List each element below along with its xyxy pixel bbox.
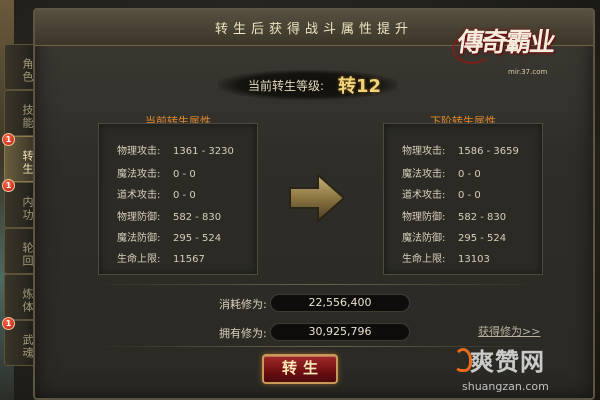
attr-value: 582 - 830 [458,212,507,223]
tab-character[interactable]: 角色 [4,44,34,90]
panel-title: 转生后获得战斗属性提升 [215,22,414,37]
tab-body-refining[interactable]: 炼体 [4,274,34,320]
attr-value: 295 - 524 [173,233,222,244]
watermark-cn: 爽赞网 [470,348,545,376]
attr-value: 295 - 524 [458,233,507,244]
attr-key: 魔法攻击: [117,169,161,180]
rebirth-button[interactable]: 转生 [262,354,338,384]
attr-value: 13103 [458,254,490,265]
attr-key: 道术攻击: [402,190,446,201]
notification-badge-icon: 1 [2,317,15,330]
attr-key: 物理防御: [402,212,446,223]
level-label: 当前转生等级: [248,79,325,93]
tab-rebirth[interactable]: 1 转生 [2,133,34,182]
game-logo: 傳奇霸业 mir.37.com [452,18,578,88]
attr-row: 魔法防御: 295 - 524 [117,229,221,244]
attr-row: 物理防御: 582 - 830 [117,208,221,223]
level-value: 转12 [338,76,382,97]
have-value: 30,925,796 [270,323,410,341]
attr-key: 生命上限: [117,254,161,265]
current-attr-box: 物理攻击: 1361 - 3230 魔法攻击: 0 - 0 道术攻击: 0 - 0 物… [98,123,258,275]
watermark-en: shuangzan.com [462,380,549,393]
attr-row: 物理攻击: 1361 - 3230 [117,142,234,157]
attr-row: 魔法攻击: 0 - 0 [117,165,196,180]
attr-key: 魔法防御: [402,233,446,244]
divider [92,284,544,285]
attr-key: 生命上限: [402,254,446,265]
attr-row: 生命上限: 11567 [117,250,205,265]
game-screen: 角色 技能 1 转生 1 内功 轮回 炼体 1 武魂 转生后获得战斗属性提升 傳… [0,0,600,400]
attr-row: 道术攻击: 0 - 0 [117,186,196,201]
tab-martial-soul[interactable]: 1 武魂 [2,317,34,366]
attr-value: 0 - 0 [173,190,196,201]
attr-value: 0 - 0 [458,190,481,201]
logo-url: mir.37.com [508,68,548,76]
attr-row: 物理防御: 582 - 830 [402,208,506,223]
attr-row: 生命上限: 13103 [402,250,490,265]
attr-row: 道术攻击: 0 - 0 [402,186,481,201]
next-attr-box: 物理攻击: 1586 - 3659 魔法攻击: 0 - 0 道术攻击: 0 - 0 物… [383,123,543,275]
attr-value: 1361 - 3230 [173,146,234,157]
attr-key: 物理攻击: [117,146,161,157]
attr-row: 物理攻击: 1586 - 3659 [402,142,519,157]
attr-key: 道术攻击: [117,190,161,201]
earn-cultivation-link[interactable]: 获得修为>> [478,323,540,339]
attr-row: 魔法攻击: 0 - 0 [402,165,481,180]
attr-value: 582 - 830 [173,212,222,223]
attr-key: 魔法攻击: [402,169,446,180]
attr-value: 0 - 0 [458,169,481,180]
cost-value: 22,556,400 [270,294,410,312]
site-watermark: 爽赞网 shuangzan.com [454,340,600,400]
notification-badge-icon: 1 [2,133,15,146]
tab-inner-power[interactable]: 1 内功 [2,179,34,228]
tab-skills[interactable]: 技能 [4,90,34,136]
logo-text: 傳奇霸业 [455,28,556,58]
attr-value: 11567 [173,254,205,265]
have-label: 拥有修为: [219,327,267,340]
notification-badge-icon: 1 [2,179,15,192]
attr-key: 物理防御: [117,212,161,223]
right-arrow-icon [289,172,346,224]
cost-label: 消耗修为: [219,298,267,311]
attr-row: 魔法防御: 295 - 524 [402,229,506,244]
attr-value: 1586 - 3659 [458,146,519,157]
attr-key: 物理攻击: [402,146,446,157]
attr-key: 魔法防御: [117,233,161,244]
tab-reincarnation[interactable]: 轮回 [4,228,34,274]
attr-value: 0 - 0 [173,169,196,180]
